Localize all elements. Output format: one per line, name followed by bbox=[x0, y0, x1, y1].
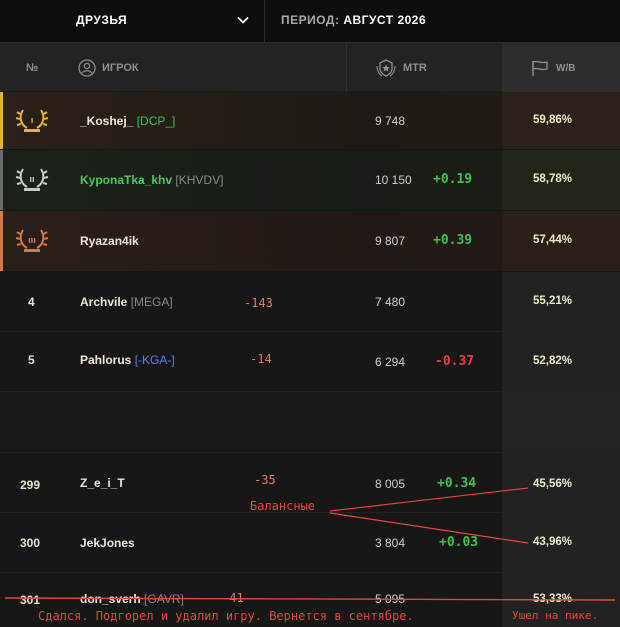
player-name[interactable]: Ryazan4ik bbox=[80, 234, 139, 248]
player-name[interactable]: JekJones bbox=[80, 536, 135, 550]
clan-tag: [DCP_] bbox=[136, 114, 176, 128]
wb-value: 53,33% bbox=[533, 593, 573, 605]
rank-accent bbox=[0, 150, 3, 210]
mtr-value: 9 748 bbox=[375, 114, 406, 128]
period-value: АВГУСТ 2026 bbox=[343, 13, 427, 27]
mtr-delta: +0.19 bbox=[433, 172, 473, 187]
period-selector[interactable]: ПЕРИОД: АВГУСТ 2026 bbox=[281, 13, 426, 27]
player-name[interactable]: don_sverh [GAVR] bbox=[80, 592, 184, 606]
num-column-header[interactable]: № bbox=[26, 43, 38, 93]
svg-text:II: II bbox=[29, 176, 34, 184]
friends-filter-label: ДРУЗЬЯ bbox=[76, 13, 128, 27]
wb-value: 58,78% bbox=[533, 173, 573, 185]
chevron-down-icon bbox=[237, 16, 249, 24]
left-at-peak-annotation: Ушел на пике. bbox=[512, 609, 599, 622]
gave-up-annotation: Сдался. Подгорел и удалил игру. Вернется… bbox=[38, 609, 414, 623]
table-row[interactable]: 300 JekJones 3 804 +0.03 43,96% bbox=[0, 513, 620, 573]
player-name[interactable]: Z_e_i_T bbox=[80, 476, 125, 490]
top-bar: ДРУЗЬЯ ПЕРИОД: АВГУСТ 2026 bbox=[0, 0, 620, 42]
svg-text:III: III bbox=[28, 237, 36, 245]
mtr-value: 5 095 bbox=[375, 592, 406, 606]
table-gap bbox=[0, 392, 620, 453]
header-divider bbox=[346, 43, 347, 93]
player-column-header[interactable]: ИГРОК bbox=[102, 62, 139, 74]
wb-value: 57,44% bbox=[533, 234, 573, 246]
wb-value: 43,96% bbox=[533, 536, 573, 548]
rank-number: 300 bbox=[20, 536, 41, 550]
table-row[interactable]: 4 Archvile [MEGA] -143 7 480 55,21% bbox=[0, 272, 620, 332]
rank-number: 299 bbox=[20, 478, 41, 492]
mtr-value: 6 294 bbox=[375, 355, 406, 369]
friends-filter-dropdown[interactable]: ДРУЗЬЯ bbox=[0, 0, 265, 42]
player-icon bbox=[78, 59, 96, 77]
bronze-laurel-icon: III bbox=[15, 229, 49, 252]
clan-tag: [GAVR] bbox=[144, 592, 184, 606]
rank-number: 301 bbox=[20, 593, 41, 607]
player-delta: -143 bbox=[244, 296, 273, 310]
svg-text:I: I bbox=[31, 117, 34, 125]
wb-value: 59,86% bbox=[533, 114, 573, 126]
wb-cell-bg bbox=[502, 392, 620, 452]
silver-laurel-icon: II bbox=[15, 168, 49, 191]
clan-tag: [KHVDV] bbox=[175, 173, 224, 187]
mtr-delta: +0.03 bbox=[439, 535, 479, 550]
wb-column-header[interactable]: W/B bbox=[556, 63, 575, 74]
table-row[interactable]: I _Koshej_ [DCP_] 9 748 59,86% bbox=[0, 92, 620, 150]
player-name[interactable]: _Koshej_ [DCP_] bbox=[80, 114, 175, 128]
mtr-value: 7 480 bbox=[375, 295, 406, 309]
mtr-delta: +0.39 bbox=[433, 233, 473, 248]
table-row[interactable]: II KyponaTka_khv [KHVDV] 10 150 +0.19 58… bbox=[0, 150, 620, 211]
player-name[interactable]: Pahlorus [-KGA-] bbox=[80, 353, 175, 367]
wb-value: 55,21% bbox=[533, 295, 573, 307]
rank-accent bbox=[0, 211, 3, 271]
clan-tag: [-KGA-] bbox=[134, 353, 175, 367]
mtr-delta: +0.34 bbox=[437, 476, 477, 491]
mtr-column-header[interactable]: MTR bbox=[403, 62, 427, 74]
wb-value: 45,56% bbox=[533, 478, 573, 490]
period-label: ПЕРИОД: bbox=[281, 13, 340, 27]
rank-number: 5 bbox=[28, 353, 35, 367]
table-header: № ИГРОК MTR W/B bbox=[0, 42, 620, 93]
table-row[interactable]: III Ryazan4ik 9 807 +0.39 57,44% bbox=[0, 211, 620, 272]
player-name[interactable]: KyponaTka_khv [KHVDV] bbox=[80, 173, 223, 187]
rating-emblem-icon bbox=[376, 59, 396, 77]
mtr-value: 8 005 bbox=[375, 477, 406, 491]
rank-number: 4 bbox=[28, 295, 35, 309]
rank-accent bbox=[0, 92, 3, 149]
flag-icon bbox=[532, 60, 548, 76]
player-delta: -41 bbox=[222, 591, 244, 605]
mtr-delta: -0.37 bbox=[435, 354, 475, 369]
wb-value: 52,82% bbox=[533, 355, 573, 367]
table-row[interactable]: 5 Pahlorus [-KGA-] -14 6 294 -0.37 52,82… bbox=[0, 332, 620, 392]
clan-tag: [MEGA] bbox=[130, 295, 173, 309]
gold-laurel-icon: I bbox=[15, 109, 49, 132]
balanced-annotation: Балансные bbox=[250, 499, 316, 513]
mtr-value: 10 150 bbox=[375, 173, 412, 187]
mtr-value: 9 807 bbox=[375, 234, 406, 248]
mtr-value: 3 804 bbox=[375, 536, 406, 550]
player-delta: -35 bbox=[254, 473, 276, 487]
player-delta: -14 bbox=[250, 352, 272, 366]
player-name[interactable]: Archvile [MEGA] bbox=[80, 295, 173, 309]
